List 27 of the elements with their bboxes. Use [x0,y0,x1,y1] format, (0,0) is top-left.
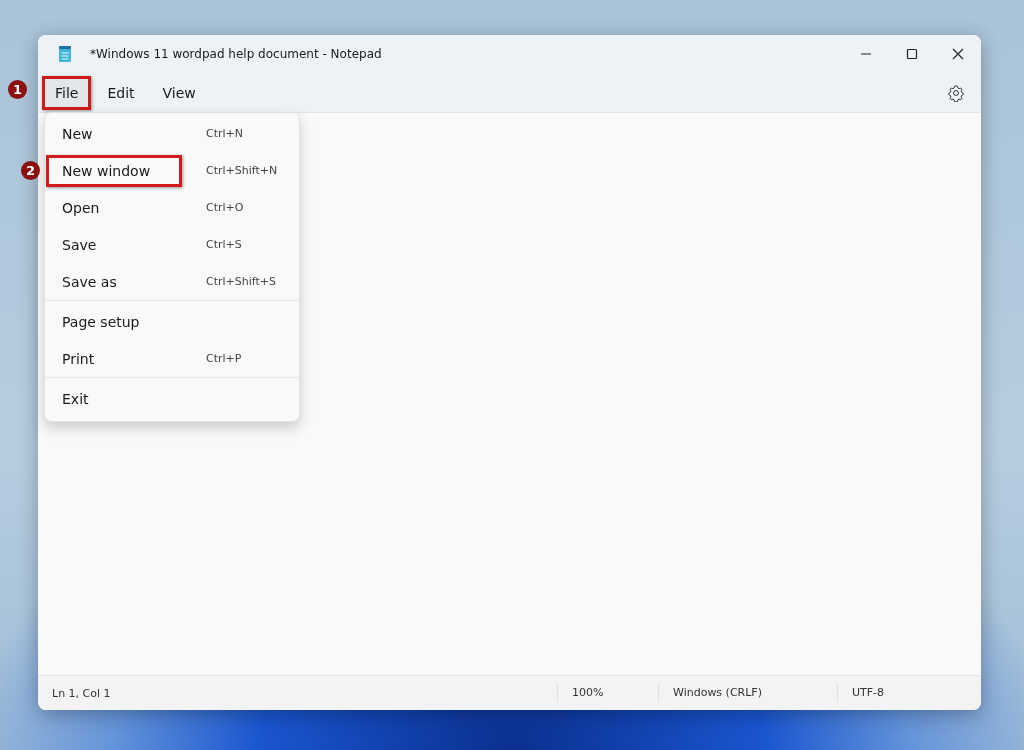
menu-entry[interactable]: Print [46,342,182,375]
zoom-level: 100% [557,684,658,702]
menu-item[interactable]: View [150,76,208,109]
line-ending: Windows (CRLF) [658,684,837,702]
menu-item[interactable]: File [42,75,92,110]
keyboard-shortcut: Ctrl+O [206,201,244,214]
menu-entry[interactable]: Open [46,191,182,224]
menu-entry[interactable]: Page setup [46,305,182,338]
keyboard-shortcut: Ctrl+P [206,352,242,365]
keyboard-shortcut: Ctrl+Shift+S [206,275,276,288]
keyboard-shortcut: Ctrl+S [206,238,242,251]
notepad-icon [58,45,72,63]
step-number-badge: 2 [21,161,40,180]
window-title: *Windows 11 wordpad help document - Notepad [90,47,382,61]
encoding: UTF-8 [837,684,981,702]
menu-entry[interactable]: Save [46,228,182,261]
keyboard-shortcut: Ctrl+N [206,127,244,140]
menu-entry[interactable]: Save as [46,265,182,298]
menu-entry[interactable]: Exit [46,382,182,415]
keyboard-shortcut: Ctrl+Shift+N [206,164,278,177]
cursor-position: Ln 1, Col 1 [51,686,112,700]
maximize-icon [906,48,918,60]
menu-entry[interactable]: New window [46,154,182,187]
step-number-badge: 1 [8,79,27,99]
close-icon [952,48,964,60]
menu-entry[interactable]: New [46,117,182,150]
menu-item[interactable]: Edit [95,76,147,109]
